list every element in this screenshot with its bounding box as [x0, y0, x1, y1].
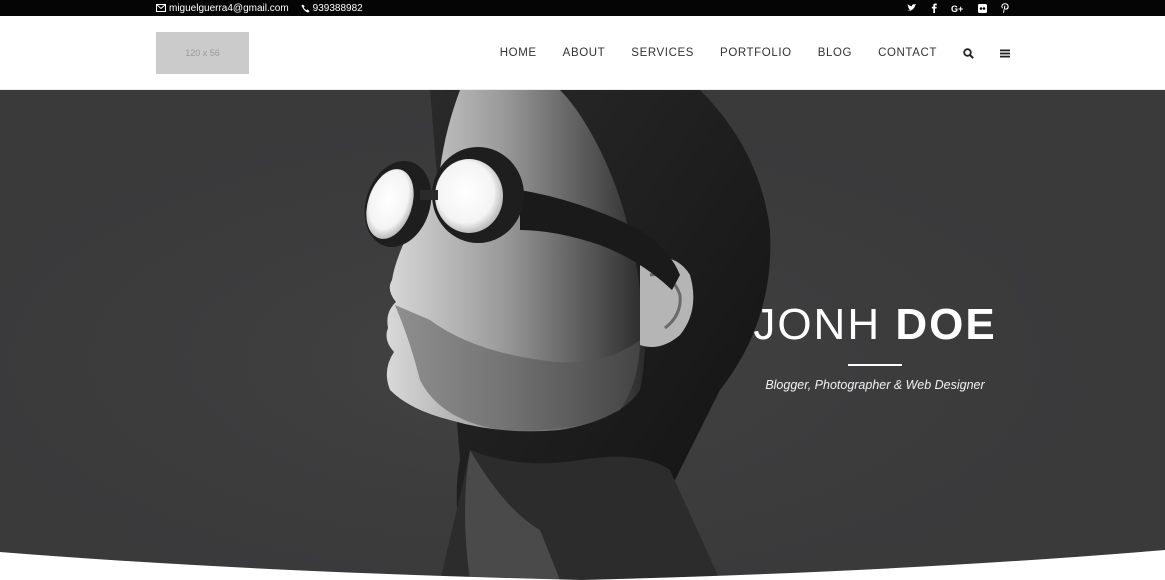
- email-text: miguelguerra4@gmail.com: [169, 2, 289, 14]
- hero-last-name: DOE: [895, 300, 997, 349]
- phone-icon: [301, 3, 310, 13]
- email-link[interactable]: miguelguerra4@gmail.com: [156, 3, 289, 14]
- phone-link[interactable]: 939388982: [301, 3, 363, 14]
- hero-name: JONH DOE: [735, 300, 1015, 350]
- nav-blog[interactable]: BLOG: [818, 47, 852, 59]
- nav-about[interactable]: ABOUT: [563, 47, 606, 59]
- hero-section: JONH DOE Blogger, Photographer & Web Des…: [0, 90, 1165, 580]
- nav-services[interactable]: SERVICES: [631, 47, 694, 59]
- flickr-icon[interactable]: [978, 3, 987, 13]
- site-header: 120 x 56 HOME ABOUT SERVICES PORTFOLIO B…: [0, 16, 1165, 90]
- contact-info: miguelguerra4@gmail.com 939388982: [156, 0, 375, 16]
- hero-heading-block: JONH DOE Blogger, Photographer & Web Des…: [735, 300, 1015, 392]
- logo-placeholder[interactable]: 120 x 56: [156, 32, 249, 74]
- svg-text:G+: G+: [951, 4, 963, 13]
- main-nav: HOME ABOUT SERVICES PORTFOLIO BLOG CONTA…: [474, 16, 1010, 90]
- facebook-icon[interactable]: [931, 3, 937, 13]
- top-bar: miguelguerra4@gmail.com 939388982 G+: [0, 0, 1165, 16]
- nav-home[interactable]: HOME: [500, 47, 537, 59]
- phone-text: 939388982: [312, 2, 363, 14]
- google-plus-icon[interactable]: G+: [951, 4, 964, 13]
- search-icon[interactable]: [963, 47, 974, 59]
- hero-subtitle: Blogger, Photographer & Web Designer: [765, 378, 985, 392]
- twitter-icon[interactable]: [907, 4, 917, 12]
- envelope-icon: [156, 4, 166, 12]
- nav-portfolio[interactable]: PORTFOLIO: [720, 47, 792, 59]
- nav-contact[interactable]: CONTACT: [878, 47, 937, 59]
- pinterest-icon[interactable]: [1001, 3, 1009, 13]
- hero-divider: [848, 364, 902, 366]
- hero-first-name: JONH: [753, 300, 882, 349]
- menu-icon[interactable]: [1000, 49, 1010, 58]
- social-links: G+: [893, 0, 1009, 16]
